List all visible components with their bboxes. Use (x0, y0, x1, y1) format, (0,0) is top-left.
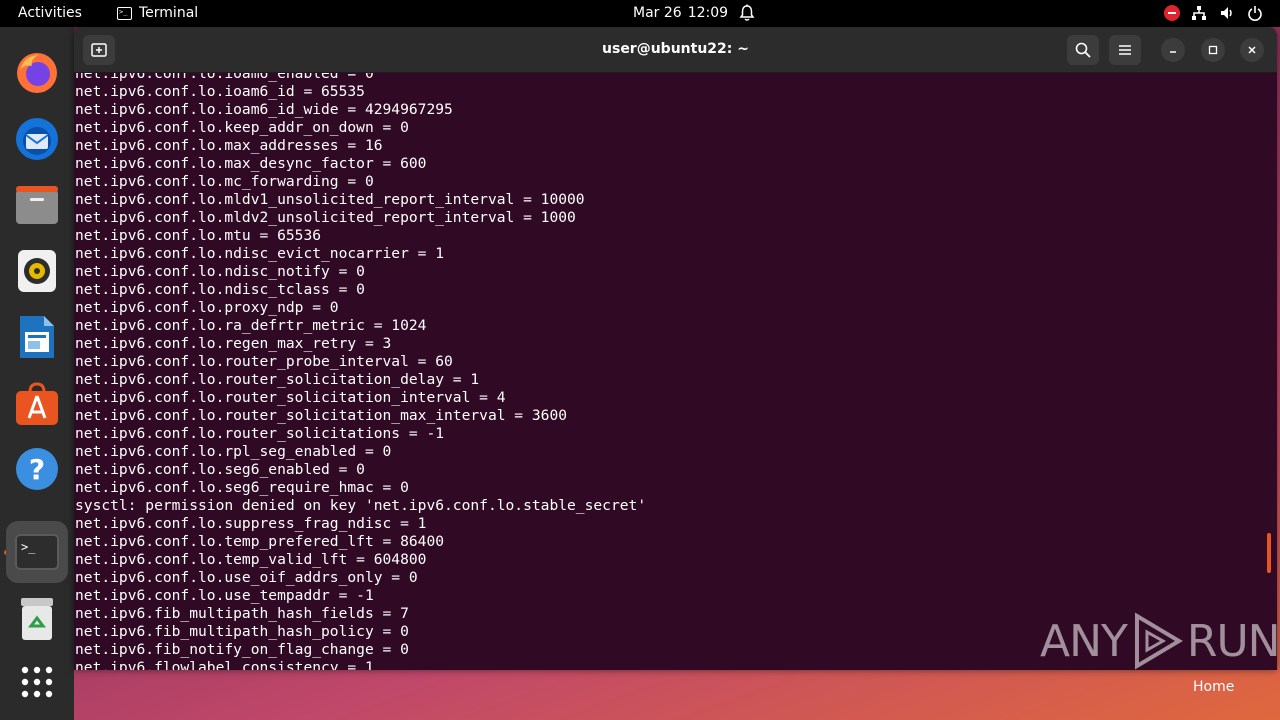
app-center-launcher[interactable] (6, 372, 68, 434)
files-icon (16, 186, 58, 224)
close-button[interactable] (1240, 38, 1264, 62)
network-icon (1190, 4, 1208, 22)
show-apps-button[interactable] (6, 651, 68, 713)
thunderbird-icon (16, 118, 58, 160)
app-name: Terminal (139, 5, 199, 21)
terminal-output[interactable]: net.ipv6.conf.lo.ioam6_enabled = 0 net.ip… (74, 73, 1277, 670)
search-icon (1075, 42, 1091, 58)
maximize-icon (1208, 45, 1218, 55)
volume-icon (1218, 4, 1236, 22)
rhythmbox-icon (18, 250, 56, 292)
libreoffice-writer-launcher[interactable] (6, 306, 68, 368)
terminal-line: net.ipv6.fib_multipath_hash_fields = 7 (75, 605, 409, 622)
terminal-line: net.ipv6.conf.lo.router_solicitation_int… (75, 389, 506, 406)
terminal-line: net.ipv6.conf.lo.use_tempaddr = -1 (75, 587, 374, 604)
terminal-line: net.ipv6.flowlabel_consistency = 1 (75, 659, 374, 670)
terminal-line: net.ipv6.conf.lo.mc_forwarding = 0 (75, 173, 374, 190)
top-bar: Activities >_ Terminal Mar 26 12:09 (0, 0, 1280, 27)
terminal-lines: net.ipv6.conf.lo.ioam6_enabled = 0 net.ip… (75, 73, 646, 670)
recording-stop-icon[interactable] (1164, 5, 1180, 21)
watermark-left: ANY (1040, 615, 1128, 667)
headerbar: user@ubuntu22: ~ (74, 27, 1277, 73)
terminal-icon: >_ (15, 534, 59, 570)
terminal-line: net.ipv6.conf.lo.proxy_ndp = 0 (75, 299, 339, 316)
terminal-line: net.ipv6.conf.lo.temp_prefered_lft = 864… (75, 533, 445, 550)
scrollbar-thumb[interactable] (1267, 533, 1271, 573)
terminal-line: net.ipv6.conf.lo.router_solicitation_max… (75, 407, 568, 424)
terminal-line: net.ipv6.conf.lo.ioam6_id_wide = 4294967… (75, 101, 453, 118)
minimize-icon (1170, 51, 1176, 53)
terminal-line: net.ipv6.conf.lo.max_desync_factor = 600 (75, 155, 427, 172)
clock-date: Mar 26 (633, 5, 682, 21)
clock-time: 12:09 (687, 5, 729, 21)
terminal-line: net.ipv6.fib_notify_on_flag_change = 0 (75, 641, 409, 658)
terminal-line: net.ipv6.conf.lo.mldv2_unsolicited_repor… (75, 209, 576, 226)
terminal-line: net.ipv6.conf.lo.ioam6_id = 65535 (75, 83, 365, 100)
app-center-icon (16, 382, 58, 425)
clock[interactable]: Mar 26 12:09 (633, 5, 728, 21)
terminal-line: net.ipv6.conf.lo.keep_addr_on_down = 0 (75, 119, 409, 136)
terminal-line: net.ipv6.conf.lo.ndisc_notify = 0 (75, 263, 365, 280)
desktop-home-label[interactable]: Home (1193, 679, 1234, 695)
terminal-line: net.ipv6.conf.lo.ndisc_tclass = 0 (75, 281, 365, 298)
help-icon: ? (16, 448, 58, 490)
terminal-app-icon: >_ (117, 6, 132, 20)
terminal-line: sysctl: permission denied on key 'net.ip… (75, 497, 647, 514)
trash-icon (21, 598, 53, 640)
terminal-line: net.ipv6.conf.lo.regen_max_retry = 3 (75, 335, 392, 352)
app-menu[interactable]: >_ Terminal (117, 5, 198, 21)
dock: ? >_ (0, 27, 74, 720)
thunderbird-launcher[interactable] (6, 108, 68, 170)
terminal-window: user@ubuntu22: ~ net.ipv6.conf.lo.ioam6_… (74, 27, 1277, 670)
grid-icon (21, 666, 53, 698)
terminal-line: net.ipv6.conf.lo.ioam6_enabled = 0 (75, 73, 374, 82)
hamburger-menu-icon (1119, 45, 1131, 55)
system-status-area[interactable] (1164, 4, 1264, 22)
help-launcher[interactable]: ? (6, 438, 68, 500)
terminal-line: net.ipv6.conf.lo.router_probe_interval =… (75, 353, 453, 370)
terminal-line: net.ipv6.conf.lo.seg6_require_hmac = 0 (75, 479, 409, 496)
svg-text:?: ? (29, 453, 45, 486)
files-launcher[interactable] (6, 174, 68, 236)
terminal-line: net.ipv6.conf.lo.mtu = 65536 (75, 227, 322, 244)
notification-bell-icon[interactable] (739, 4, 755, 22)
terminal-line: net.ipv6.conf.lo.rpl_seg_enabled = 0 (75, 443, 392, 460)
terminal-line: net.ipv6.conf.lo.seg6_enabled = 0 (75, 461, 365, 478)
terminal-line: net.ipv6.conf.lo.ra_defrtr_metric = 1024 (75, 317, 427, 334)
anyrun-watermark: ANY RUN (1040, 612, 1280, 670)
terminal-line: net.ipv6.conf.lo.mldv1_unsolicited_repor… (75, 191, 585, 208)
watermark-right: RUN (1186, 615, 1280, 667)
firefox-launcher[interactable] (6, 42, 68, 104)
terminal-line: net.ipv6.conf.lo.router_solicitation_del… (75, 371, 480, 388)
menu-button[interactable] (1109, 35, 1141, 65)
terminal-line: net.ipv6.conf.lo.temp_valid_lft = 604800 (75, 551, 427, 568)
terminal-line: net.ipv6.fib_multipath_hash_policy = 0 (75, 623, 409, 640)
terminal-line: net.ipv6.conf.lo.ndisc_evict_nocarrier =… (75, 245, 445, 262)
terminal-line: net.ipv6.conf.lo.router_solicitations = … (75, 425, 445, 442)
terminal-line: net.ipv6.conf.lo.use_oif_addrs_only = 0 (75, 569, 418, 586)
rhythmbox-launcher[interactable] (6, 240, 68, 302)
search-button[interactable] (1067, 35, 1099, 65)
trash-launcher[interactable] (6, 588, 68, 650)
power-icon (1246, 4, 1264, 22)
activities-button[interactable]: Activities (18, 5, 82, 21)
close-icon (1248, 46, 1256, 54)
maximize-button[interactable] (1201, 38, 1225, 62)
terminal-line: net.ipv6.conf.lo.suppress_frag_ndisc = 1 (75, 515, 427, 532)
minimize-button[interactable] (1161, 38, 1185, 62)
terminal-line: net.ipv6.conf.lo.max_addresses = 16 (75, 137, 383, 154)
firefox-icon (17, 53, 57, 93)
play-logo-icon (1134, 612, 1183, 670)
terminal-launcher[interactable]: >_ (6, 521, 68, 583)
writer-icon (20, 316, 54, 358)
